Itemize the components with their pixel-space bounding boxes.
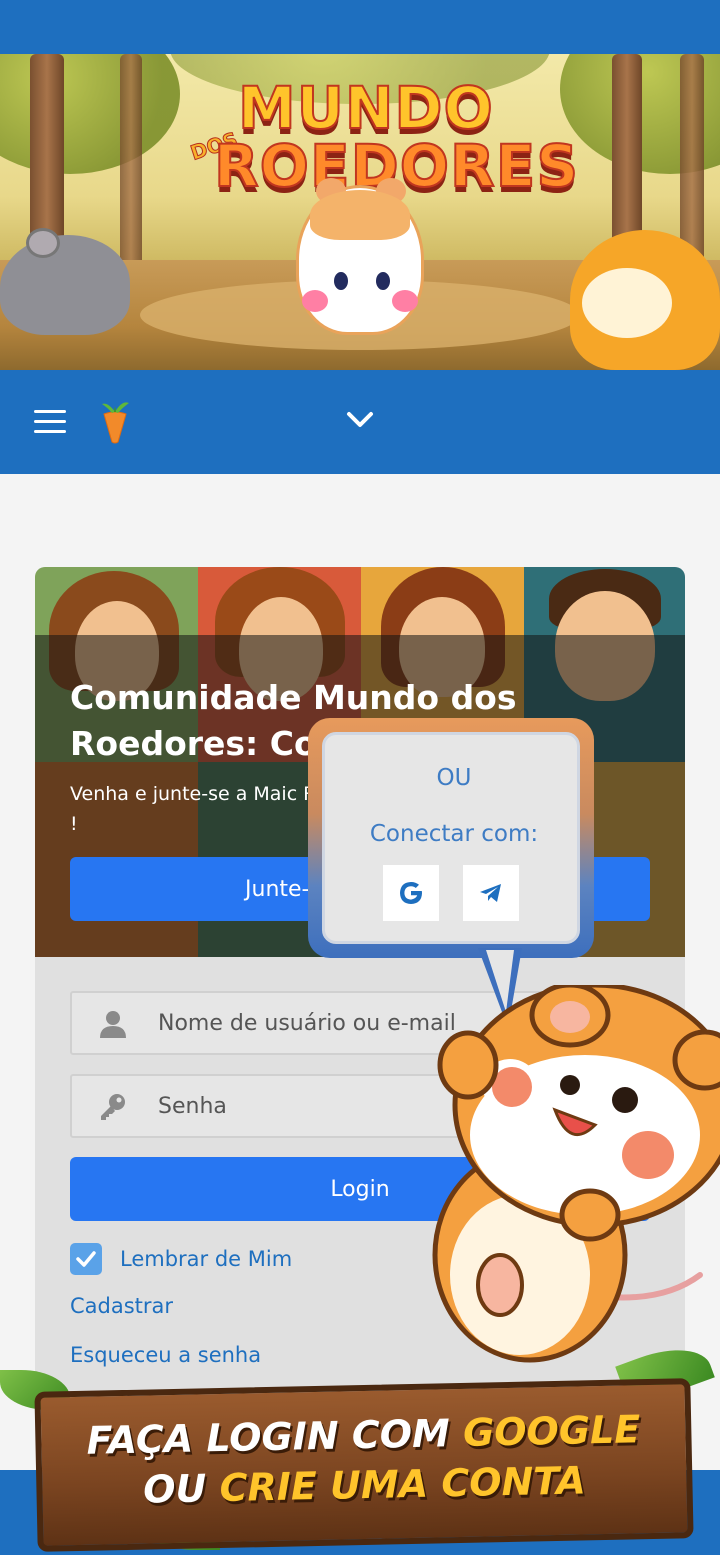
check-icon <box>76 1251 96 1267</box>
remember-me[interactable]: Lembrar de Mim <box>70 1243 292 1275</box>
remember-checkbox[interactable] <box>70 1243 102 1275</box>
promo-line-1: FAÇA LOGIN COM GOOGLE <box>41 1406 686 1463</box>
hamster-eye <box>376 272 390 290</box>
telegram-login-button[interactable] <box>463 865 519 921</box>
hamster-cheek <box>302 290 328 312</box>
foliage <box>0 54 180 174</box>
google-icon <box>400 882 422 904</box>
chevron-down-icon[interactable] <box>344 408 376 432</box>
user-icon <box>100 1011 126 1038</box>
promo-sign: FAÇA LOGIN COM GOOGLE OU CRIE UMA CONTA <box>34 1378 694 1552</box>
hamburger-icon[interactable] <box>34 410 66 434</box>
hamster-head-fur <box>310 190 410 240</box>
login-button-label: Login <box>330 1176 390 1202</box>
promo-line-2: OU CRIE UMA CONTA <box>42 1456 687 1513</box>
promo-line-1-text: FAÇA LOGIN COM <box>86 1410 464 1463</box>
google-login-button[interactable] <box>383 865 439 921</box>
promo-line-1-highlight: GOOGLE <box>462 1407 641 1455</box>
nav-bar <box>0 370 720 474</box>
status-bar <box>0 0 720 54</box>
hamster-mascot <box>432 985 720 1363</box>
forgot-password-link[interactable]: Esqueceu a senha <box>70 1343 261 1367</box>
connect-with-label: Conectar com: <box>369 821 539 847</box>
promo-line-2-text: OU <box>142 1466 221 1512</box>
remember-me-label[interactable]: Lembrar de Mim <box>120 1247 292 1271</box>
social-login-bubble: OU Conectar com: <box>308 718 594 958</box>
bubble-content: OU Conectar com: <box>322 732 580 944</box>
rat-ear <box>26 228 60 258</box>
key-icon <box>101 1094 125 1120</box>
hamster-eye <box>334 272 348 290</box>
or-label: OU <box>436 765 472 791</box>
telegram-icon <box>480 884 501 902</box>
promo-line-2-highlight: CRIE UMA CONTA <box>219 1458 587 1511</box>
register-link[interactable]: Cadastrar <box>70 1294 173 1318</box>
hamster-cheek <box>392 290 418 312</box>
fox-face <box>582 268 672 338</box>
rat-character <box>0 235 130 335</box>
carrot-logo-icon[interactable] <box>98 400 132 444</box>
